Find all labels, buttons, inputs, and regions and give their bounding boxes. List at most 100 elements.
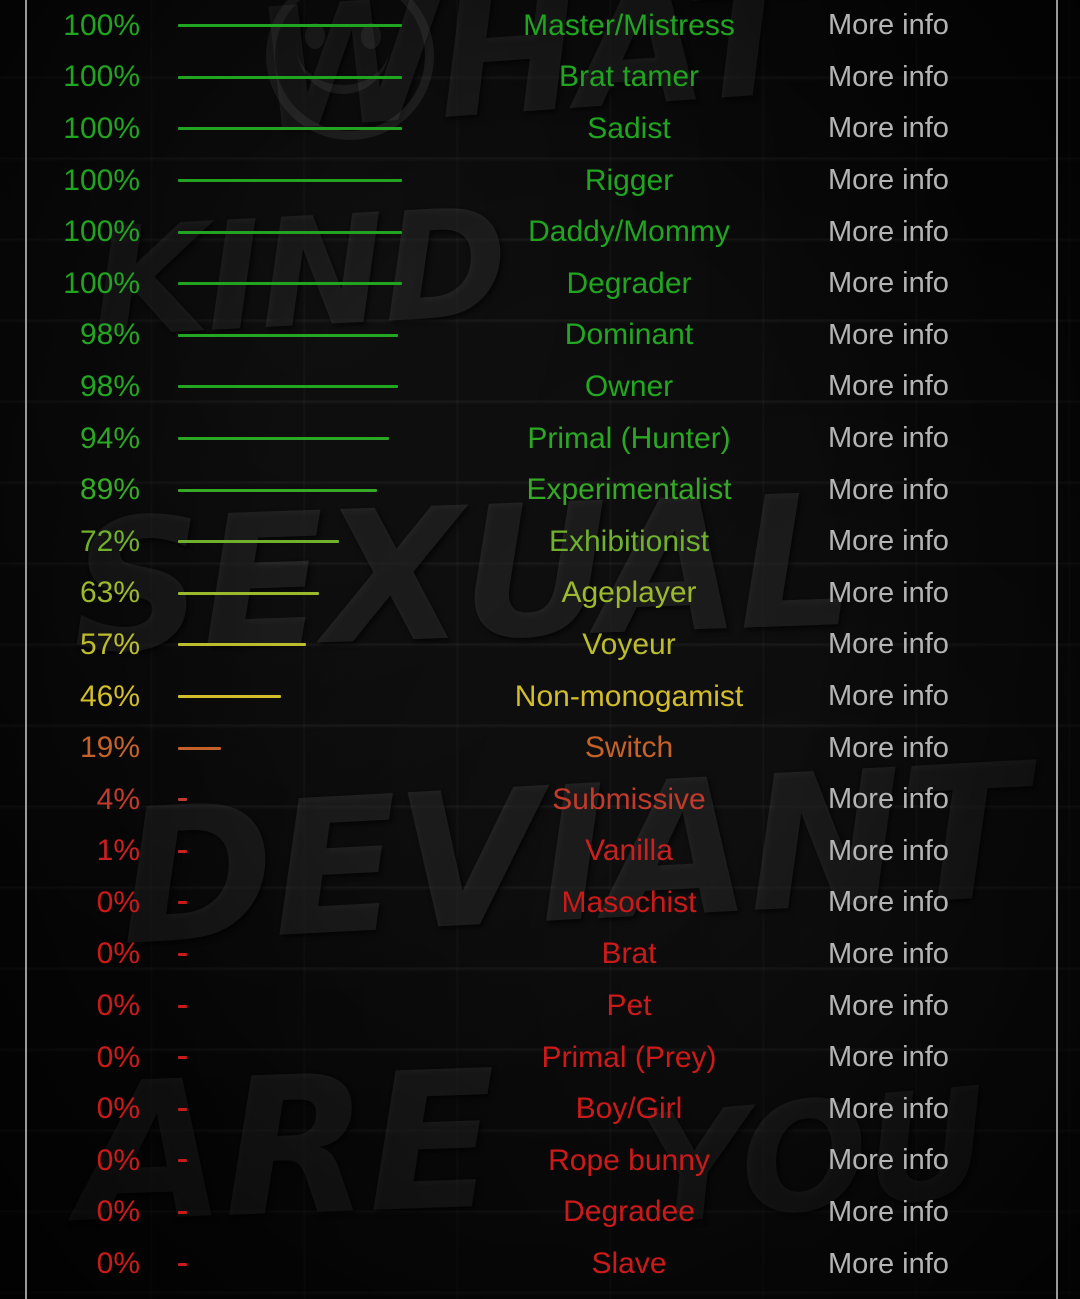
role-label: Rope bunny [548,1143,710,1177]
bar-track [148,230,450,234]
percent-value: 100% [63,266,140,300]
percent-value: 100% [63,8,140,42]
more-info-link[interactable]: More info [808,217,1080,247]
more-info-link[interactable]: More info [808,62,1080,92]
percent-value: 94% [79,421,140,455]
table-row: 0% Primal (Prey) More info [0,1032,1080,1084]
bar-track [148,75,450,79]
more-info-link[interactable]: More info [808,733,1080,763]
percent-value: 0% [96,1092,140,1126]
table-row: 63% Ageplayer More info [0,568,1080,620]
table-row: 46% Non-monogamist More info [0,671,1080,723]
more-info-link[interactable]: More info [808,785,1080,814]
bar-track [148,385,450,389]
percent-value: 72% [79,524,140,558]
more-info-link[interactable]: More info [808,1146,1080,1175]
bar-fill [178,127,402,131]
role-label: Exhibitionist [548,524,710,558]
percent-value: 0% [96,1143,140,1177]
table-row: 100% Rigger More info [0,155,1080,207]
role-label: Master/Mistress [523,8,735,42]
more-info-link[interactable]: More info [808,424,1080,453]
table-row: 4% Submissive More info [0,774,1080,826]
bar-track [148,1262,450,1266]
role-label: Masochist [561,885,697,919]
role-label: Voyeur [582,627,676,661]
percent-value: 57% [79,627,140,661]
more-info-link[interactable]: More info [808,1249,1080,1279]
percent-value: 0% [96,1195,140,1229]
bar-track [148,1107,450,1111]
table-row: 0% Slave More info [0,1238,1080,1290]
table-row: 19% Switch More info [0,722,1080,774]
percent-value: 100% [63,60,140,94]
role-label: Degradee [563,1195,695,1229]
more-info-link[interactable]: More info [808,836,1080,866]
bar-track [148,540,450,544]
table-row: 0% Rope bunny More info [0,1135,1080,1187]
role-label: Daddy/Mommy [528,215,730,249]
bar-track [148,798,450,802]
percent-value: 100% [63,215,140,249]
table-row: 100% Sadist More info [0,103,1080,155]
role-label: Slave [591,1247,667,1281]
bar-fill [178,1107,187,1111]
percent-value: 100% [63,163,140,197]
bar-fill [178,333,398,337]
bar-track [148,179,450,183]
more-info-link[interactable]: More info [808,888,1080,917]
role-label: Experimentalist [526,473,732,507]
role-label: Submissive [552,782,706,816]
more-info-link[interactable]: More info [808,166,1080,195]
percent-value: 4% [96,782,140,816]
results-page: WHAT KIND SEXUAL DEVIANT ARE YOU 100% Mas… [0,0,1080,1299]
more-info-link[interactable]: More info [808,1094,1080,1124]
table-row: 0% Degradee More info [0,1187,1080,1239]
more-info-link[interactable]: More info [808,939,1080,969]
more-info-link[interactable]: More info [808,11,1080,40]
bar-fill [178,849,187,853]
more-info-link[interactable]: More info [808,527,1080,556]
bar-fill [178,901,187,905]
role-label: Switch [584,731,674,765]
bar-track [148,127,450,131]
more-info-link[interactable]: More info [808,991,1080,1021]
percent-value: 0% [96,1040,140,1074]
bar-fill [178,282,402,286]
bar-fill [178,1262,187,1266]
more-info-link[interactable]: More info [808,372,1080,401]
bar-track [148,746,450,750]
bar-fill [178,952,187,956]
more-info-link[interactable]: More info [808,630,1080,659]
more-info-link[interactable]: More info [808,114,1080,143]
more-info-link[interactable]: More info [808,320,1080,350]
bar-fill [178,385,398,389]
more-info-link[interactable]: More info [808,1043,1080,1072]
bar-track [148,952,450,956]
bar-fill [178,643,306,647]
bar-track [148,695,450,699]
bar-track [148,901,450,905]
table-row: 89% Experimentalist More info [0,464,1080,516]
percent-value: 0% [96,937,140,971]
percent-value: 0% [96,885,140,919]
role-label: Primal (Prey) [541,1040,717,1074]
bar-fill [178,488,377,492]
percent-value: 0% [96,989,140,1023]
more-info-link[interactable]: More info [808,269,1080,298]
more-info-link[interactable]: More info [808,578,1080,608]
bar-track [148,1159,450,1163]
table-row: 1% Vanilla More info [0,826,1080,878]
bar-fill [178,230,402,234]
more-info-link[interactable]: More info [808,475,1080,505]
bar-track [148,1004,450,1008]
percent-value: 1% [96,834,140,868]
bar-track [148,437,450,441]
table-row: 94% Primal (Hunter) More info [0,413,1080,465]
table-row: 0% Boy/Girl More info [0,1083,1080,1135]
more-info-link[interactable]: More info [808,1197,1080,1227]
table-row: 57% Voyeur More info [0,619,1080,671]
role-label: Ageplayer [561,576,697,610]
more-info-link[interactable]: More info [808,682,1080,711]
percent-value: 100% [63,111,140,145]
